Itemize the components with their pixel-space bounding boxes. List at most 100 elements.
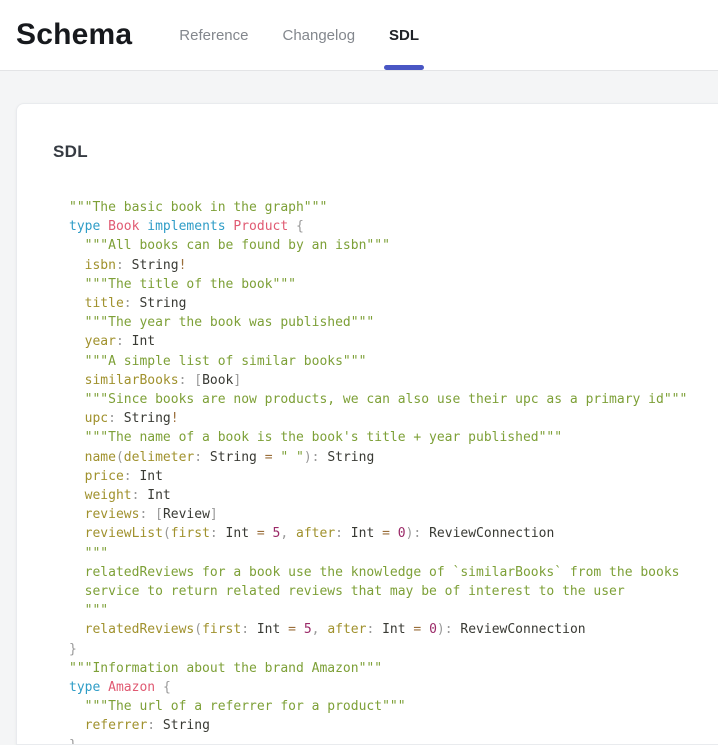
page-header: Schema Reference Changelog SDL	[0, 0, 718, 71]
code-token-punc: {	[296, 219, 304, 234]
code-token-punc: :	[124, 296, 132, 311]
code-token-str: """The title of the book"""	[85, 277, 296, 292]
code-token-num: 5	[304, 622, 312, 637]
code-line: weight: Int	[69, 486, 718, 505]
code-token-attr: upc	[85, 411, 108, 426]
code-token-plain	[265, 526, 273, 541]
code-token-op: !	[171, 411, 179, 426]
code-token-attr: name	[85, 450, 116, 465]
code-token-plain	[69, 488, 85, 503]
code-line: type Amazon {	[69, 678, 718, 697]
code-token-plain: Int	[374, 622, 413, 637]
code-token-plain	[69, 565, 85, 580]
code-token-punc: (	[163, 526, 171, 541]
code-token-plain: Int	[343, 526, 382, 541]
code-token-plain	[69, 507, 85, 522]
code-line: """	[69, 601, 718, 620]
code-token-str: """A simple list of similar books"""	[85, 354, 367, 369]
code-token-plain	[69, 392, 85, 407]
code-token-kw: implements	[147, 219, 225, 234]
code-token-plain: String	[124, 258, 179, 273]
code-token-str: """	[85, 546, 108, 561]
code-token-plain	[69, 718, 85, 733]
code-line: similarBooks: [Book]	[69, 371, 718, 390]
code-token-str: service to return related reviews that m…	[85, 584, 625, 599]
code-token-punc: {	[163, 680, 171, 695]
code-token-op: =	[265, 450, 273, 465]
code-token-punc: [	[155, 507, 163, 522]
code-token-plain: Int	[218, 526, 257, 541]
code-token-attr: first	[171, 526, 210, 541]
code-token-attr: similarBooks	[85, 373, 179, 388]
tab-changelog[interactable]: Changelog	[277, 0, 360, 70]
code-token-str: """Since books are now products, we can …	[85, 392, 688, 407]
code-line: type Book implements Product {	[69, 217, 718, 236]
code-token-attr: reviews	[85, 507, 140, 522]
code-token-kw: type	[69, 219, 100, 234]
code-line: relatedReviews(first: Int = 5, after: In…	[69, 620, 718, 639]
code-line: isbn: String!	[69, 256, 718, 275]
code-token-punc: :	[108, 411, 116, 426]
code-token-str: """	[85, 603, 108, 618]
code-token-plain	[69, 622, 85, 637]
code-token-attr: after	[296, 526, 335, 541]
code-token-punc: :	[335, 526, 343, 541]
code-token-punc: :	[210, 526, 218, 541]
code-token-cn: Amazon	[108, 680, 155, 695]
active-tab-indicator	[384, 65, 424, 70]
code-token-str: """The name of a book is the book's titl…	[85, 430, 562, 445]
code-token-plain	[69, 354, 85, 369]
content-area: SDL """The basic book in the graph"""typ…	[0, 71, 718, 745]
page-title: Schema	[16, 18, 132, 52]
tab-sdl[interactable]: SDL	[384, 0, 424, 70]
code-token-plain	[69, 469, 85, 484]
code-token-plain	[69, 699, 85, 714]
code-token-attr: weight	[85, 488, 132, 503]
code-token-punc: }	[69, 738, 77, 745]
code-token-attr: year	[85, 334, 116, 349]
code-token-plain: String	[320, 450, 375, 465]
code-token-plain: Int	[132, 469, 163, 484]
code-line: }	[69, 736, 718, 745]
code-token-plain	[155, 680, 163, 695]
code-token-plain	[147, 507, 155, 522]
code-line: service to return related reviews that m…	[69, 582, 718, 601]
code-token-attr: referrer	[85, 718, 148, 733]
code-line: referrer: String	[69, 716, 718, 735]
code-line: """Information about the brand Amazon"""	[69, 659, 718, 678]
code-token-punc: :	[147, 718, 155, 733]
code-token-str: """The basic book in the graph"""	[69, 200, 327, 215]
code-token-plain	[100, 680, 108, 695]
code-token-punc: ]	[233, 373, 241, 388]
sdl-code: """The basic book in the graph""" type Bo…	[69, 198, 718, 745]
code-token-plain: Int	[139, 488, 170, 503]
tab-bar: Reference Changelog SDL	[162, 0, 436, 70]
code-token-plain	[69, 334, 85, 349]
code-token-plain	[69, 411, 85, 426]
code-line: """All books can be found by an isbn"""	[69, 236, 718, 255]
code-token-plain	[69, 315, 85, 330]
code-token-plain	[69, 546, 85, 561]
code-line: relatedReviews for a book use the knowle…	[69, 563, 718, 582]
code-token-attr: reviewList	[85, 526, 163, 541]
code-token-plain: ReviewConnection	[421, 526, 554, 541]
code-token-str: """The url of a referrer for a product""…	[85, 699, 406, 714]
code-token-num: 0	[429, 622, 437, 637]
code-token-plain	[69, 584, 85, 599]
code-token-attr: delimeter	[124, 450, 194, 465]
code-token-str: """All books can be found by an isbn"""	[85, 238, 390, 253]
code-token-punc: ):	[406, 526, 422, 541]
code-line: """The year the book was published"""	[69, 313, 718, 332]
code-line: price: Int	[69, 467, 718, 486]
code-token-attr: price	[85, 469, 124, 484]
code-line: title: String	[69, 294, 718, 313]
code-line: """The title of the book"""	[69, 275, 718, 294]
code-token-punc: :	[124, 469, 132, 484]
code-token-op: =	[288, 622, 296, 637]
code-line: """The url of a referrer for a product""…	[69, 697, 718, 716]
code-token-punc: :	[241, 622, 249, 637]
code-line: }	[69, 640, 718, 659]
tab-reference[interactable]: Reference	[174, 0, 253, 70]
code-line: name(delimeter: String = " "): String	[69, 448, 718, 467]
code-token-op: =	[382, 526, 390, 541]
